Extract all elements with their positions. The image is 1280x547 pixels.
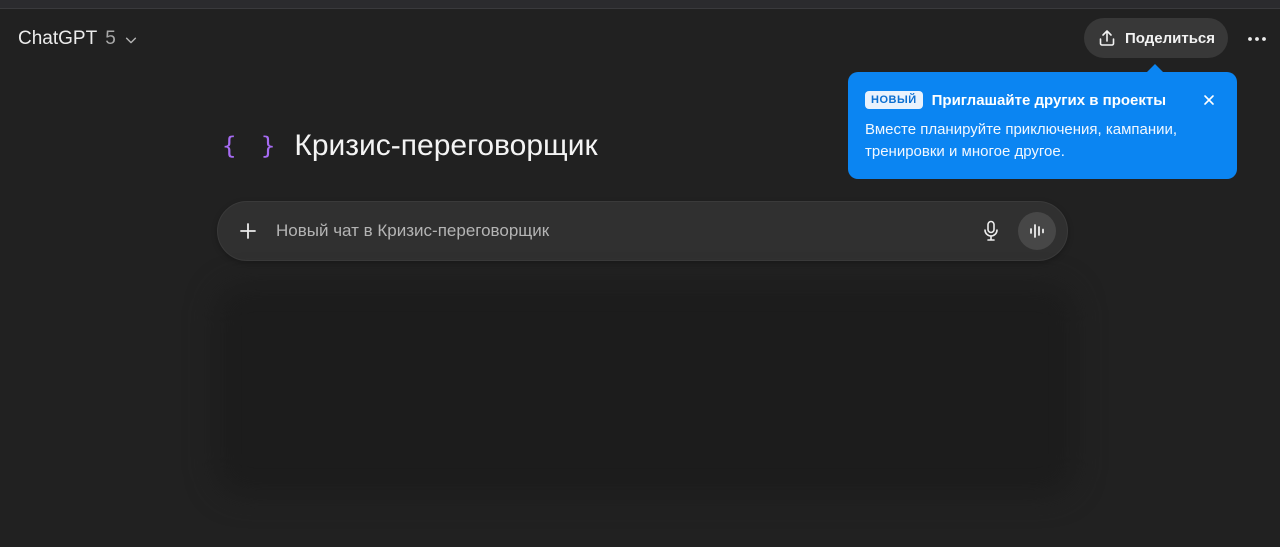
microphone-icon: [984, 220, 998, 241]
close-icon: [1204, 95, 1214, 105]
voice-waveform-icon: [1030, 224, 1044, 238]
tooltip-title: Приглашайте других в проекты: [931, 91, 1167, 109]
model-version: 5: [105, 28, 116, 49]
more-options-button[interactable]: [1240, 22, 1274, 56]
invite-tooltip: НОВЫЙ Приглашайте других в проекты Вмест…: [848, 72, 1237, 179]
project-heading: { } Кризис-переговорщик: [222, 124, 598, 168]
share-button-label: Поделиться: [1124, 29, 1216, 47]
model-name: ChatGPT: [18, 28, 98, 49]
add-attachment-button[interactable]: [234, 217, 262, 245]
window-top-strip: [0, 0, 1280, 9]
model-switcher[interactable]: ChatGPT 5: [10, 21, 146, 57]
chat-input[interactable]: [276, 216, 956, 246]
braces-icon: { }: [222, 132, 281, 160]
dictate-button[interactable]: [978, 218, 1004, 244]
more-horizontal-icon: [1248, 37, 1266, 41]
header: ChatGPT 5 Поделиться: [0, 9, 1280, 67]
tooltip-body: Вместе планируйте приключения, кампании,…: [865, 121, 1178, 160]
new-badge: НОВЫЙ: [865, 91, 923, 109]
share-upload-icon: [1099, 30, 1115, 46]
tooltip-close-button[interactable]: [1201, 92, 1217, 108]
share-button[interactable]: Поделиться: [1084, 18, 1228, 58]
voice-mode-button[interactable]: [1018, 212, 1056, 250]
chevron-down-icon: [125, 37, 136, 44]
blurred-chat-list: [215, 285, 1075, 495]
chat-composer: [217, 201, 1068, 261]
plus-icon: [240, 223, 256, 239]
project-title: Кризис-переговорщик: [294, 129, 598, 162]
